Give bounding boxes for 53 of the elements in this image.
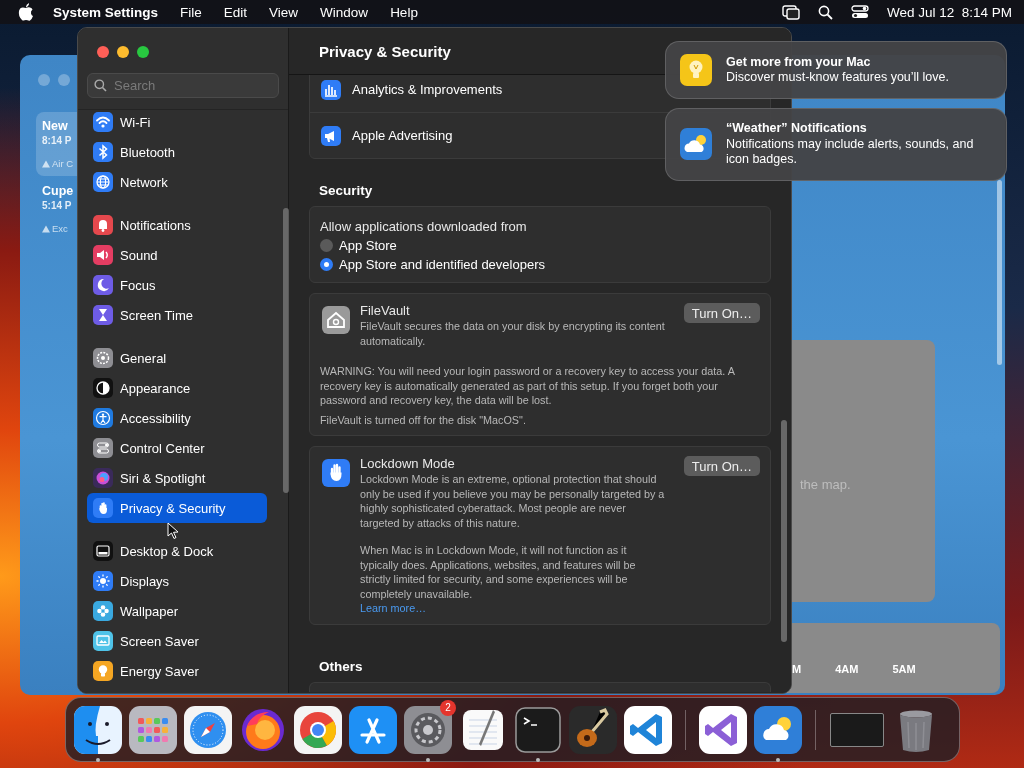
app-menu[interactable]: System Settings	[53, 4, 159, 20]
location-time: 5:14 P	[42, 199, 73, 212]
setting-prompt: Allow applications downloaded from	[320, 218, 528, 236]
sidebar-item[interactable]: Sound	[87, 240, 267, 270]
sidebar-item[interactable]: Focus	[87, 270, 267, 300]
sidebar-item[interactable]: Wi-Fi	[87, 110, 267, 137]
turn-on-button[interactable]: Turn On…	[683, 303, 760, 323]
sidebar-item[interactable]: Notifications	[87, 210, 267, 240]
menu-item[interactable]: Window	[320, 4, 369, 20]
location-note: Exc	[52, 222, 68, 235]
sidebar-item[interactable]: Appearance	[87, 373, 267, 403]
sidebar-item[interactable]: General	[87, 343, 267, 373]
sidebar-item[interactable]: Network	[87, 167, 267, 197]
feature-details: When Mac is in Lockdown Mode, it will not function as it typically does. Applications, websites, and features will be strictly limited for security, and some experiences will be completely unavailable.	[360, 543, 637, 601]
sidebar-item[interactable]: Desktop & Dock	[87, 536, 267, 566]
feature-description: FileVault secures the data on your disk by encrypting its content automatically.	[360, 319, 665, 348]
sidebar-item[interactable]: Siri & Spotlight	[87, 463, 267, 493]
learn-more-link[interactable]: Learn more…	[360, 601, 426, 616]
section-heading: Others	[318, 657, 364, 676]
menu-item[interactable]: View	[269, 4, 299, 20]
location-note: Air C	[52, 157, 74, 170]
sidebar-item[interactable]: Displays	[87, 566, 267, 596]
sidebar-item[interactable]: Screen Saver	[87, 626, 267, 656]
sidebar-item[interactable]: Wallpaper	[87, 596, 267, 626]
location-time: 8:14 P	[42, 134, 73, 147]
sidebar-item[interactable]: Control Center	[87, 433, 267, 463]
feature-description: Lockdown Mode is an extreme, optional protection that should only be used if you believe you may be personally targeted by a highly sophisticated cyberattack. Most people are never targeted by attacks of this nature.	[360, 472, 665, 530]
hour-label: M	[792, 663, 802, 675]
sidebar-item[interactable]: Accessibility	[87, 403, 267, 433]
menu-item[interactable]: File	[180, 4, 202, 20]
sidebar-item[interactable]: Screen Time	[87, 300, 267, 330]
notification-toast[interactable]: “Weather” Notifications Notifications may include alerts, sounds, and icon badges.	[665, 108, 1007, 181]
radio-label[interactable]: App Store and identified developers	[339, 255, 545, 274]
location-item[interactable]: Cupe 5:14 P Exc	[36, 177, 77, 241]
feature-note: WARNING: You will need your login password or a recovery key to access your data. A recovery key is automatically generated as part of this setup. If you forget both your password and recovery key, the data will be lost.	[320, 364, 736, 408]
menu-item[interactable]: Edit	[223, 4, 248, 20]
turn-on-button[interactable]: Turn On…	[683, 456, 760, 476]
sidebar-item[interactable]: Privacy & Security	[87, 493, 267, 523]
hour-label: 4AM	[835, 663, 859, 675]
menu-item[interactable]: Help	[390, 4, 418, 20]
feature-title: Lockdown Mode	[360, 456, 456, 472]
location-name: Cupe	[42, 183, 75, 199]
clock[interactable]: Wed Jul 12 8:14 PM	[886, 4, 1012, 20]
location-name: New	[42, 118, 69, 134]
feature-note: FileVault is turned off for the disk "MacOS".	[320, 412, 527, 427]
hour-label: 5AM	[892, 663, 916, 675]
radio-label[interactable]: App Store	[339, 236, 397, 255]
sidebar-item[interactable]: Energy Saver	[87, 656, 267, 686]
sidebar-item[interactable]: Bluetooth	[87, 137, 267, 167]
notification-toast[interactable]: Get more from your Mac Discover must-know features you’ll love.	[665, 41, 1007, 99]
search-field[interactable]: Search	[87, 73, 279, 98]
notification-badge: 2	[440, 699, 456, 716]
feature-title: FileVault	[360, 303, 411, 319]
